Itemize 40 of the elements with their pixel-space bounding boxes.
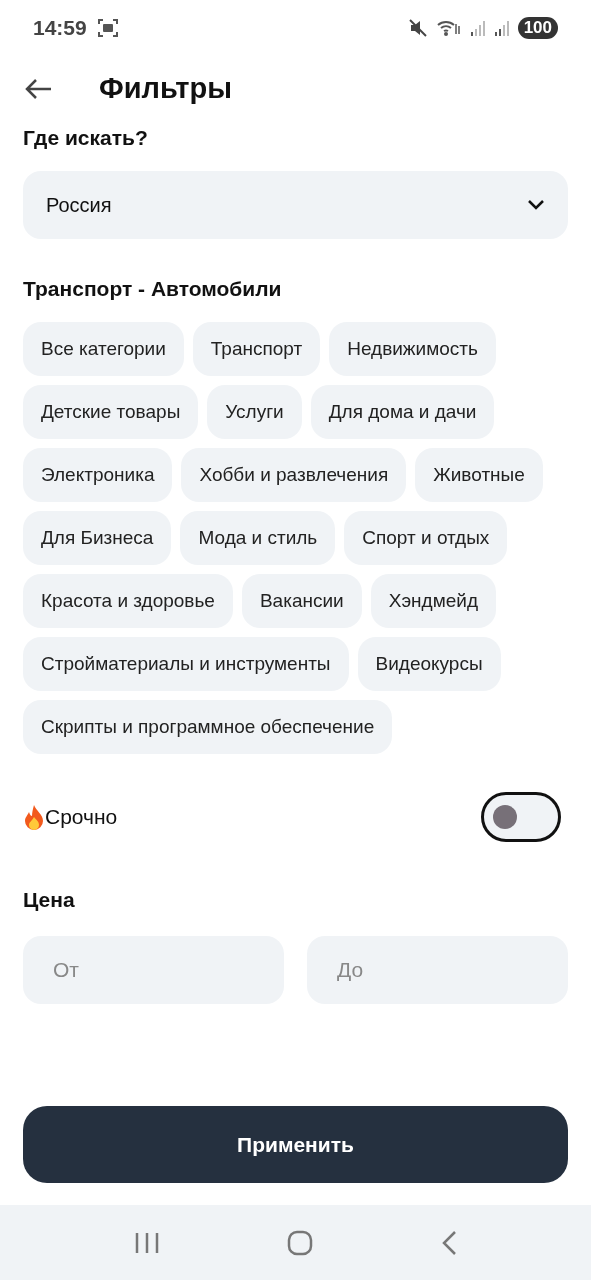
status-time: 14:59 <box>33 15 87 42</box>
category-chip[interactable]: Для дома и дачи <box>310 385 495 439</box>
price-from-field[interactable]: От <box>23 935 284 1004</box>
section-label: Цена <box>23 887 76 913</box>
fire-icon <box>23 804 45 830</box>
signal-icon <box>469 19 486 37</box>
category-chip[interactable]: Вакансии <box>241 574 362 628</box>
home-icon[interactable] <box>287 1229 314 1256</box>
category-chip[interactable]: Скрипты и программное обеспечение <box>23 700 393 754</box>
category-chip[interactable]: Животные <box>415 448 543 502</box>
mute-icon <box>407 18 428 38</box>
page-title: Фильтры <box>99 71 232 107</box>
category-chip[interactable]: Услуги <box>207 385 302 439</box>
category-chip[interactable]: Стройматериалы и инструменты <box>23 637 349 691</box>
location-dropdown[interactable]: Россия <box>23 170 568 239</box>
price-to-field[interactable]: До <box>307 935 568 1004</box>
back-icon[interactable] <box>441 1229 458 1256</box>
chevron-down-icon <box>527 198 545 211</box>
category-chip[interactable]: Спорт и отдых <box>344 511 508 565</box>
signal-icon <box>493 19 510 37</box>
wifi-icon <box>435 18 462 38</box>
category-chip[interactable]: Транспорт <box>192 322 321 376</box>
category-chip[interactable]: Для Бизнеса <box>23 511 172 565</box>
recent-apps-icon[interactable] <box>133 1230 160 1255</box>
screenshot-icon <box>96 17 119 39</box>
category-chip[interactable]: Мода и стиль <box>180 511 336 565</box>
battery-level: 100 <box>517 17 558 39</box>
section-label: Транспорт - Автомобили <box>23 275 283 302</box>
category-chip[interactable]: Хобби и развлечения <box>181 448 407 502</box>
category-chip[interactable]: Недвижимость <box>329 322 496 376</box>
urgent-label: Срочно <box>45 804 118 831</box>
section-label: Где искать? <box>23 125 149 151</box>
urgent-toggle[interactable] <box>481 792 561 842</box>
category-chip[interactable]: Хэндмейд <box>370 574 496 628</box>
apply-button[interactable]: Применить <box>23 1106 568 1183</box>
category-chip[interactable]: Электроника <box>23 448 173 502</box>
category-chip[interactable]: Красота и здоровье <box>23 574 233 628</box>
category-chip[interactable]: Видеокурсы <box>357 637 501 691</box>
category-chip[interactable]: Детские товары <box>23 385 199 439</box>
category-chip[interactable]: Все категории <box>23 322 184 376</box>
